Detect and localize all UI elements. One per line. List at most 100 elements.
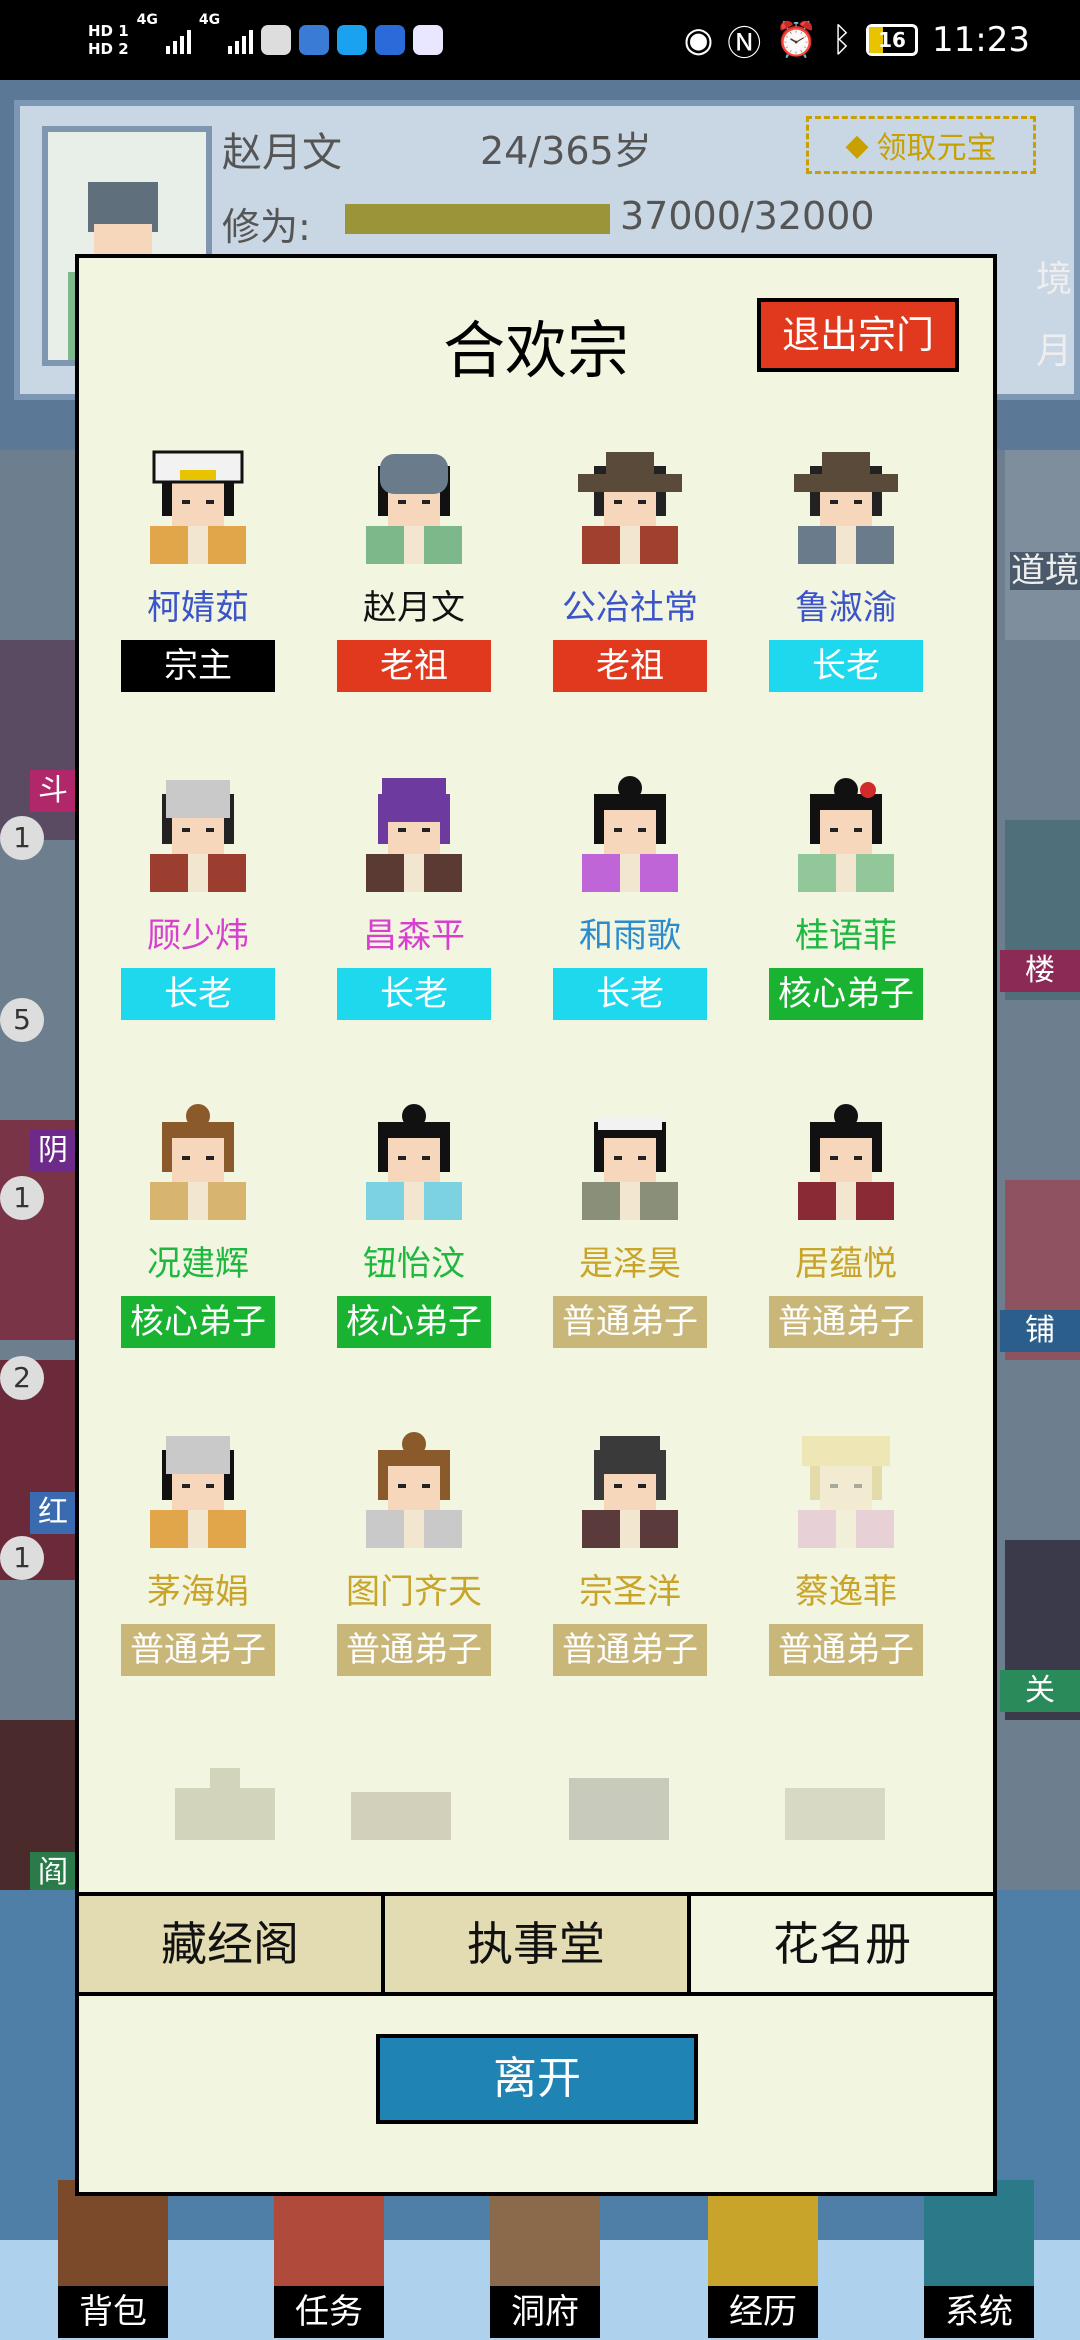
member-card[interactable]: 赵月文 老祖: [337, 448, 491, 748]
member-card[interactable]: 蔡逸菲 普通弟子: [769, 1432, 923, 1732]
member-role-badge: 核心弟子: [121, 1296, 275, 1348]
ai-icon: [413, 25, 444, 55]
map-location-tag[interactable]: 阎: [30, 1852, 76, 1894]
map-location-tag[interactable]: 铺: [1000, 1310, 1080, 1352]
dock-history[interactable]: 经历: [708, 2286, 818, 2338]
battery-level: 16: [878, 28, 906, 52]
member-name: 鲁淑渝: [795, 588, 897, 628]
map-badge: 1: [0, 1536, 44, 1580]
member-card[interactable]: 茅海娟 普通弟子: [121, 1432, 275, 1732]
tab-scripture-pavilion[interactable]: 藏经阁: [79, 1896, 385, 1992]
member-role-badge: 普通弟子: [553, 1624, 707, 1676]
eye-icon: ◉: [683, 20, 714, 60]
signal-icon: [165, 26, 191, 54]
cultivation-label: 修为:: [222, 205, 311, 249]
member-avatar: [140, 776, 256, 892]
nfc-icon: Ⓝ: [727, 23, 762, 64]
member-card[interactable]: 鲁淑渝 长老: [769, 448, 923, 748]
status-left: HD 1 HD 2 4G 4G: [88, 12, 444, 68]
map-badge: 2: [0, 1356, 44, 1400]
cultivation-value: 37000/32000: [620, 194, 875, 238]
member-avatar: [356, 1432, 472, 1548]
member-card[interactable]: 图门齐天 普通弟子: [337, 1432, 491, 1732]
member-avatar: [788, 1104, 904, 1220]
member-avatar: [572, 776, 688, 892]
member-avatar: [356, 1104, 472, 1220]
bulb-icon: [375, 25, 406, 55]
dock-cave[interactable]: 洞府: [490, 2286, 600, 2338]
member-card[interactable]: 是泽昊 普通弟子: [553, 1104, 707, 1404]
wechat-icon: [261, 25, 292, 55]
member-card[interactable]: 况建辉 核心弟子: [121, 1104, 275, 1404]
member-name: 宗圣洋: [579, 1572, 681, 1612]
member-name: 蔡逸菲: [795, 1572, 897, 1612]
status-right: ◉ Ⓝ ⏰ ᛒ 16 11:23: [684, 14, 1030, 66]
member-role-badge: 长老: [337, 968, 491, 1020]
member-name: 和雨歌: [579, 916, 681, 956]
member-avatar: [140, 448, 256, 564]
member-role-badge: 长老: [121, 968, 275, 1020]
member-name: 居蕴悦: [795, 1244, 897, 1284]
next-row-avatars: [121, 1758, 985, 1840]
music-icon: [299, 25, 330, 55]
battery-icon: 16: [866, 24, 919, 56]
status-bar: HD 1 HD 2 4G 4G ◉ Ⓝ ⏰ ᛒ 16 11:23: [0, 0, 1080, 80]
claim-ingot-button[interactable]: ◆ 领取元宝: [806, 116, 1036, 174]
member-card[interactable]: 和雨歌 长老: [553, 776, 707, 1076]
member-name: 顾少炜: [147, 916, 249, 956]
map-location-tag[interactable]: 关: [1000, 1670, 1080, 1712]
dock-backpack[interactable]: 背包: [58, 2286, 168, 2338]
bluetooth-icon: ᛒ: [831, 20, 853, 60]
sim1-label: HD 1: [88, 22, 129, 40]
alarm-icon: ⏰: [775, 20, 818, 60]
member-role-badge: 普通弟子: [121, 1624, 275, 1676]
history-icon: [708, 2180, 818, 2290]
member-card[interactable]: 居蕴悦 普通弟子: [769, 1104, 923, 1404]
member-role-badge: 核心弟子: [337, 1296, 491, 1348]
map-badge: 1: [0, 1176, 44, 1220]
member-role-badge: 长老: [553, 968, 707, 1020]
backpack-icon: [58, 2180, 168, 2290]
cave-icon: [490, 2180, 600, 2290]
member-avatar: [788, 776, 904, 892]
member-avatar: [788, 448, 904, 564]
sim-labels: HD 1 HD 2: [88, 22, 129, 58]
member-card[interactable]: 桂语菲 核心弟子: [769, 776, 923, 1076]
member-name: 昌森平: [363, 916, 465, 956]
month-label: 月: [1035, 331, 1072, 372]
exit-sect-button[interactable]: 退出宗门: [757, 298, 959, 372]
member-name: 钮怡汶: [363, 1244, 465, 1284]
map-location-tag[interactable]: 阴: [30, 1130, 76, 1172]
member-card[interactable]: 顾少炜 长老: [121, 776, 275, 1076]
dock-tasks[interactable]: 任务: [274, 2286, 384, 2338]
member-role-badge: 长老: [769, 640, 923, 692]
map-location-tag[interactable]: 斗: [30, 770, 76, 812]
map-badge: 1: [0, 816, 44, 860]
map-location-tag[interactable]: 楼: [1000, 950, 1080, 992]
member-role-badge: 普通弟子: [769, 1624, 923, 1676]
player-name: 赵月文: [222, 131, 342, 175]
member-avatar: [356, 776, 472, 892]
dock-system[interactable]: 系统: [924, 2286, 1034, 2338]
tab-affairs-hall[interactable]: 执事堂: [385, 1896, 691, 1992]
member-name: 是泽昊: [579, 1244, 681, 1284]
member-role-badge: 普通弟子: [553, 1296, 707, 1348]
member-card[interactable]: 钮怡汶 核心弟子: [337, 1104, 491, 1404]
member-card[interactable]: 柯婧茹 宗主: [121, 448, 275, 748]
member-avatar: [788, 1432, 904, 1548]
member-role-badge: 宗主: [121, 640, 275, 692]
search-icon: [337, 25, 368, 55]
member-avatar: [356, 448, 472, 564]
member-role-badge: 核心弟子: [769, 968, 923, 1020]
member-name: 公冶社常: [562, 588, 698, 628]
leave-button[interactable]: 离开: [376, 2034, 698, 2124]
member-card[interactable]: 宗圣洋 普通弟子: [553, 1432, 707, 1732]
map-location-tag[interactable]: 红: [30, 1492, 76, 1534]
member-avatar: [140, 1432, 256, 1548]
member-card[interactable]: 公冶社常 老祖: [553, 448, 707, 748]
sim2-label: HD 2: [88, 40, 129, 58]
member-name: 茅海娟: [147, 1572, 249, 1612]
member-role-badge: 老祖: [337, 640, 491, 692]
member-card[interactable]: 昌森平 长老: [337, 776, 491, 1076]
tab-roster[interactable]: 花名册: [691, 1896, 993, 1992]
